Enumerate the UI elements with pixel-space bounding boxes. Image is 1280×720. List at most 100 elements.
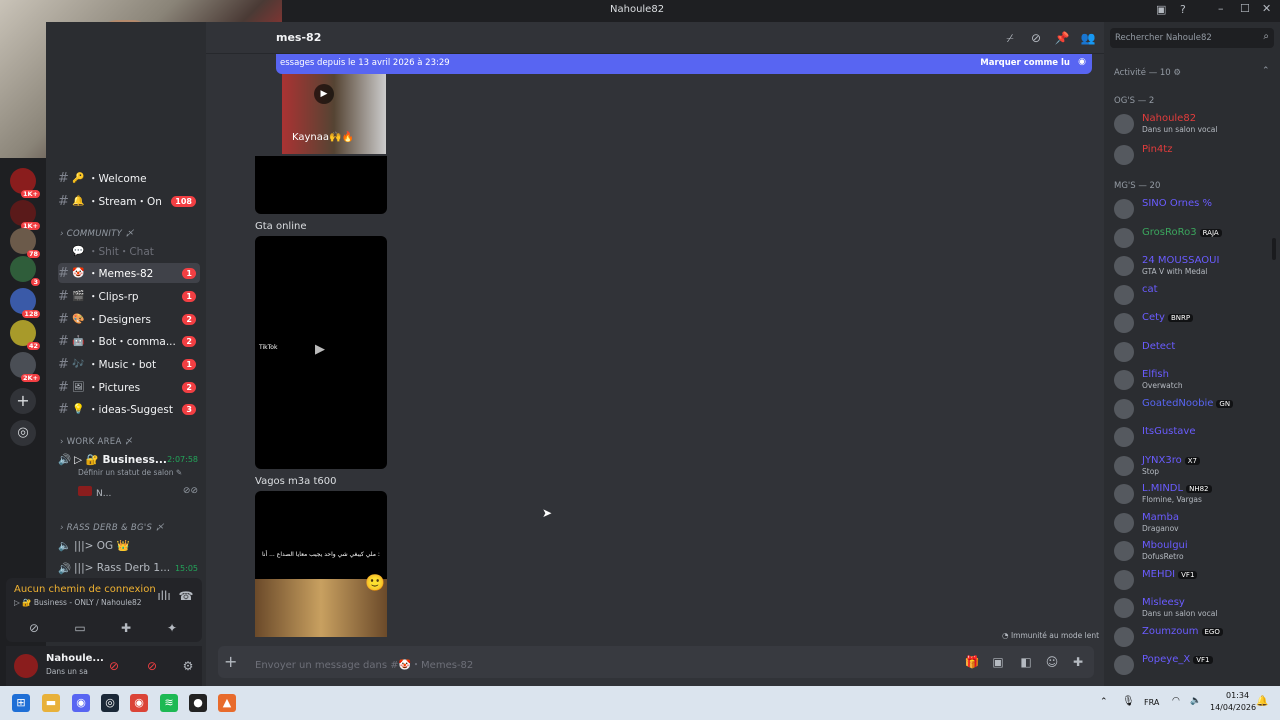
chevron-up-icon[interactable]: ⌃: [1100, 697, 1108, 707]
member-row[interactable]: Detect: [1112, 339, 1276, 365]
server-icon[interactable]: 1K+: [10, 200, 40, 230]
chrome-icon[interactable]: ◉: [130, 694, 148, 712]
voice-channel-rass-derb[interactable]: 🔊 |||> Rass Derb 1... 15:05: [58, 558, 200, 578]
avatar[interactable]: [14, 654, 38, 678]
member-row[interactable]: cat: [1112, 282, 1276, 308]
apps-icon[interactable]: ✚: [1070, 654, 1086, 670]
close-button[interactable]: ✕: [1262, 2, 1271, 15]
server-icon[interactable]: 128: [10, 288, 40, 318]
pin-icon[interactable]: 📌: [1054, 30, 1070, 46]
channel-clips-rp[interactable]: # 🎬 ・Clips-rp 1: [58, 286, 200, 306]
minimize-button[interactable]: –: [1218, 2, 1224, 15]
add-server-icon[interactable]: +: [10, 388, 36, 414]
spotify-icon[interactable]: ≋: [160, 694, 178, 712]
member-row[interactable]: JYNX3ro X7 Stop: [1112, 453, 1276, 479]
voice-user[interactable]: N... ⊘⊘: [78, 486, 198, 499]
discover-icon[interactable]: ◎: [10, 420, 36, 446]
voice-channel-og[interactable]: 🔈 |||> OG 👑: [58, 535, 200, 555]
scrollbar[interactable]: [1272, 238, 1276, 260]
gift-icon[interactable]: 🎁: [964, 654, 980, 670]
message-input[interactable]: Envoyer un message dans #🤡・Memes-82: [255, 656, 473, 671]
channel-pictures[interactable]: # 🖼 ・Pictures 2: [58, 377, 200, 397]
member-row[interactable]: 24 MOUSSAOUI GTA V with Medal: [1112, 253, 1276, 279]
app-icon[interactable]: ▲: [218, 694, 236, 712]
member-row[interactable]: Misleesy Dans un salon vocal: [1112, 595, 1276, 621]
gif-icon[interactable]: ▣: [990, 654, 1006, 670]
category-rass-derb[interactable]: › RASS DERB & BG'S 〆+: [60, 521, 300, 533]
connection-channel[interactable]: ▷ 🔐 Business - ONLY / Nahoule82: [14, 598, 142, 607]
channel-music-bot[interactable]: # 🎶 ・Music・bot 1: [58, 354, 200, 374]
search-input[interactable]: Rechercher Nahoule82: [1115, 33, 1212, 43]
member-row[interactable]: ItsGustave: [1112, 424, 1276, 450]
wifi-icon[interactable]: ◠: [1172, 696, 1180, 706]
video-embed[interactable]: ملي كيبغي شي واحد يجيب معايا الصداع ... …: [255, 491, 387, 637]
activity-header[interactable]: Activité — 10 ⚙: [1114, 68, 1181, 78]
member-row[interactable]: Zoumzoum EGO: [1112, 624, 1276, 650]
channel-status-text[interactable]: Définir un statut de salon ✎: [78, 468, 182, 477]
member-row[interactable]: Cety BNRP: [1112, 310, 1276, 336]
channel-bot-commands[interactable]: # 🤖 ・Bot・comma... 2: [58, 331, 200, 351]
server-icon[interactable]: 2K+: [10, 352, 40, 382]
server-icon[interactable]: 42: [10, 320, 40, 350]
channel-designers[interactable]: # 🎨 ・Designers 2: [58, 309, 200, 329]
clock-time[interactable]: 01:34: [1226, 691, 1249, 700]
user-name[interactable]: Nahoule...: [46, 653, 104, 664]
language-indicator[interactable]: FRA: [1144, 698, 1159, 707]
member-row[interactable]: Nahoule82 Dans un salon vocal: [1112, 111, 1276, 137]
channel-shit-chat[interactable]: 💬 ・Shit・Chat: [58, 241, 200, 261]
soundboard-icon[interactable]: ✦: [164, 620, 180, 636]
noise-suppression-icon[interactable]: ıllı: [156, 588, 172, 604]
app-icon[interactable]: ●: [189, 694, 207, 712]
server-icon[interactable]: 78: [10, 228, 40, 258]
play-icon[interactable]: ▶: [315, 342, 325, 357]
volume-icon[interactable]: 🔈: [1190, 696, 1201, 706]
discord-icon[interactable]: ◉: [72, 694, 90, 712]
gear-icon[interactable]: ⚙: [180, 658, 196, 674]
help-icon[interactable]: ?: [1180, 3, 1186, 16]
member-row[interactable]: Popeye_X VF1: [1112, 652, 1276, 678]
voice-channel-business[interactable]: 🔊 ▷ 🔐 Business... 2:07:58: [58, 449, 200, 469]
member-row[interactable]: SINO Ornes %: [1112, 196, 1276, 222]
connection-status[interactable]: Aucun chemin de connexion: [14, 584, 156, 595]
video-embed-tail[interactable]: [255, 156, 387, 214]
emoji-icon[interactable]: ☺: [1044, 654, 1060, 670]
screen-share-icon[interactable]: ▭: [72, 620, 88, 636]
member-row[interactable]: Pin4tz: [1112, 142, 1276, 168]
sticker-icon[interactable]: ◧: [1018, 654, 1034, 670]
microphone-icon[interactable]: 🎙: [1122, 696, 1135, 707]
search-box[interactable]: Rechercher Nahoule82 ⌕: [1110, 28, 1274, 48]
channel-ideas-suggest[interactable]: # 💡 ・ideas-Suggest 3: [58, 399, 200, 419]
steam-icon[interactable]: ◎: [101, 694, 119, 712]
maximize-button[interactable]: ☐: [1240, 2, 1250, 15]
server-icon[interactable]: 3: [10, 256, 40, 286]
new-messages-bar[interactable]: essages depuis le 13 avril 2026 à 23:29 …: [276, 54, 1092, 74]
message-composer[interactable]: + Envoyer un message dans #🤡・Memes-82 🎁 …: [218, 646, 1094, 678]
file-explorer-icon[interactable]: ▬: [42, 694, 60, 712]
chevron-up-icon[interactable]: ⌃: [1262, 66, 1270, 76]
clock-date[interactable]: 14/04/2026: [1210, 703, 1256, 712]
activities-icon[interactable]: ✚: [118, 620, 134, 636]
notifications-off-icon[interactable]: ⊘: [1028, 30, 1044, 46]
disconnect-icon[interactable]: ☎: [178, 588, 194, 604]
channel-memes-82[interactable]: # 🤡 ・Memes-82 1: [58, 263, 200, 283]
member-row[interactable]: L.MINDL NH82 Flomine, Vargas: [1112, 481, 1276, 507]
video-embed[interactable]: TikTok ▶: [255, 236, 387, 469]
channel-welcome[interactable]: # 🔑 ・Welcome: [58, 168, 200, 188]
member-row[interactable]: GrosRoRo3 RAJA: [1112, 225, 1276, 251]
add-attachment-icon[interactable]: +: [224, 652, 237, 671]
member-row[interactable]: Elfish Overwatch: [1112, 367, 1276, 393]
inbox-icon[interactable]: ▣: [1156, 3, 1166, 16]
headset-muted-icon[interactable]: ⊘: [144, 658, 160, 674]
video-embed[interactable]: ▶ Kaynaa🙌🔥: [282, 74, 386, 154]
mic-muted-icon[interactable]: ⊘: [106, 658, 122, 674]
member-row[interactable]: Mboulgui DofusRetro: [1112, 538, 1276, 564]
windows-start-icon[interactable]: ⊞: [12, 694, 30, 712]
server-icon[interactable]: 1K+: [10, 168, 40, 198]
channel-stream-on[interactable]: # 🔔 ・Stream・On 108: [58, 191, 200, 211]
notification-icon[interactable]: 🔔: [1256, 696, 1268, 707]
category-community[interactable]: › COMMUNITY 〆+: [60, 227, 270, 239]
threads-icon[interactable]: ⌿: [1002, 30, 1018, 46]
play-icon[interactable]: ▶: [314, 84, 334, 104]
category-work-area[interactable]: › WORK AREA 〆+: [60, 435, 269, 447]
camera-off-icon[interactable]: ⊘: [26, 620, 42, 636]
